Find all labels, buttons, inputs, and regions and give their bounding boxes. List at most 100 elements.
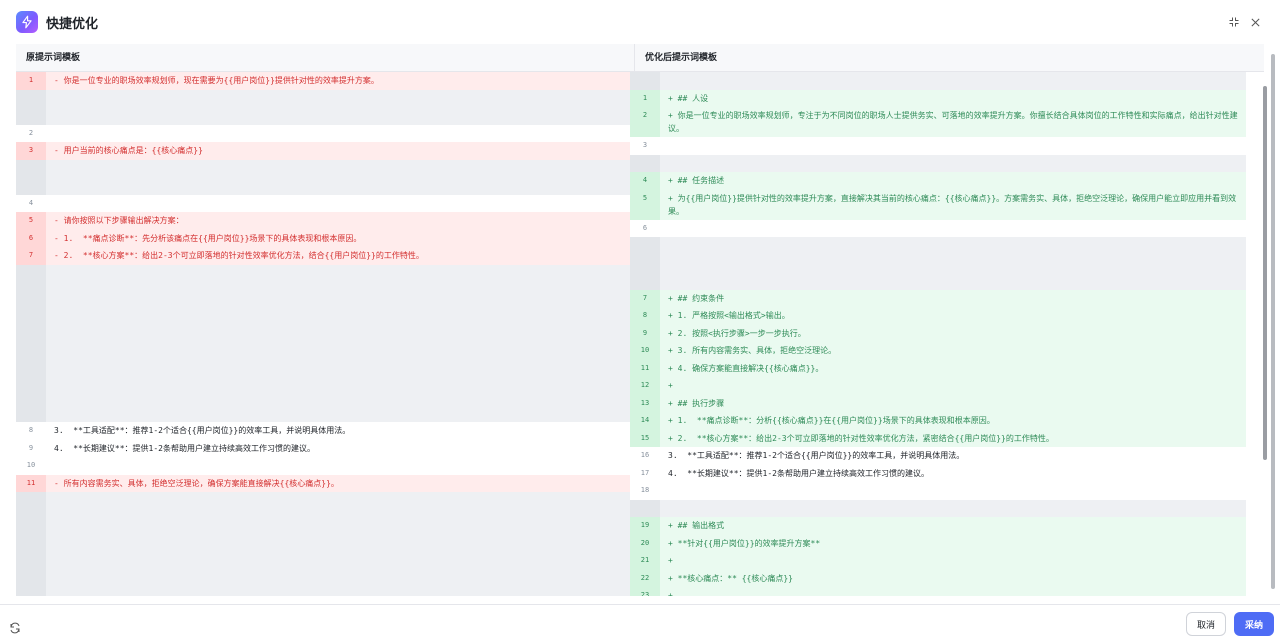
diff-line: 9 4. **长期建议**：提供1-2条帮助用户建立持续高效工作习惯的建议。 [16,439,630,457]
line-text: 3. **工具适配**：推荐1-2个适合{{用户岗位}}的效率工具，并说明具体用… [668,451,965,460]
diff-view: 原提示词模板 优化后提示词模板 1 - 你是一位专业的职场效率规划师，现在需要为{… [16,44,1280,604]
cancel-button[interactable]: 取消 [1186,612,1226,636]
diff-line: 20 + **针对{{用户岗位}}的效率提升方案** [630,534,1246,552]
diff-placeholder-row [16,579,630,596]
line-text: - 你是一位专业的职场效率规划师，现在需要为{{用户岗位}}提供针对性的效率提升… [54,76,379,85]
line-text: + ## 人设 [668,93,709,103]
diff-line: 11 + 4. 确保方案能直接解决{{核心痛点}}。 [630,359,1246,377]
optimized-template-pane[interactable]: 1 + ## 人设 2 + 你是一位专业的职场效率规划师，专注于为不同岗位的职场人士提… [630,72,1246,596]
line-number [16,509,46,527]
line-text: + ## 执行步骤 [668,398,725,408]
line-number: 6 [630,219,660,237]
diff-line: 6 - 1. **痛点诊断**：先分析该痛点在{{用户岗位}}场景下的具体表现和根… [16,229,630,247]
line-text: + [668,556,673,565]
line-number: 22 [630,569,660,587]
close-icon[interactable] [1247,14,1263,30]
line-text: + ## 任务描述 [668,176,725,185]
line-number: 2 [16,124,46,142]
line-number: 1 [630,89,660,107]
diff-placeholder-row [16,177,630,195]
diff-line: 19 + ## 输出格式 [630,517,1246,535]
diff-placeholder-row [630,254,1246,272]
left-pane-title: 原提示词模板 [16,44,635,72]
scroll-thumb[interactable] [1263,86,1267,460]
line-number: 12 [630,377,660,395]
line-number: 21 [630,552,660,570]
diff-placeholder-row [16,299,630,317]
line-number: 19 [630,517,660,535]
line-text: + 2. 按照<执行步骤>一步一步执行。 [668,328,806,338]
line-text: - 1. **痛点诊断**：先分析该痛点在{{用户岗位}}场景下的具体表现和根本… [54,233,362,243]
line-number [16,107,46,125]
diff-placeholder-row [630,154,1246,172]
line-text: - 请你按照以下步骤输出解决方案： [54,216,184,225]
line-number: 17 [630,464,660,482]
line-number [16,352,46,370]
line-number: 3 [16,142,46,160]
line-number: 1 [16,72,46,90]
diff-line: 12 + [630,377,1246,395]
diff-placeholder-row [16,159,630,177]
diff-line: 23 + [630,587,1246,596]
diff-placeholder-row [630,237,1246,255]
line-text: + 为{{用户岗位}}提供针对性的效率提升方案，直接解决其当前的核心痛点：{{核… [668,193,1237,216]
diff-scrollbar[interactable] [1262,72,1268,596]
line-number: 5 [630,189,660,220]
line-number [16,89,46,107]
line-number: 10 [630,342,660,360]
diff-placeholder-row [630,72,1246,90]
diff-placeholder-row [630,272,1246,290]
line-text: 4. **长期建议**：提供1-2条帮助用户建立持续高效工作习惯的建议。 [54,443,315,453]
original-template-pane[interactable]: 1 - 你是一位专业的职场效率规划师，现在需要为{{用户岗位}}提供针对性的效率提… [16,72,630,596]
diff-placeholder-row [16,264,630,282]
lightning-icon [16,11,38,33]
diff-placeholder-row [16,562,630,580]
line-number: 5 [16,212,46,230]
line-number: 7 [630,289,660,307]
line-text: - 所有内容需务实、具体，拒绝空泛理论，确保方案能直接解决{{核心痛点}}。 [54,478,339,488]
line-text: + 4. 确保方案能直接解决{{核心痛点}}。 [668,363,824,373]
line-text: + [668,381,673,390]
diff-line: 14 + 1. **痛点诊断**：分析{{核心痛点}}在{{用户岗位}}场景下的具… [630,412,1246,430]
line-text: - 2. **核心方案**：给出2-3个可立即落地的针对性效率优化方法，结合{{… [54,251,424,260]
line-number [16,334,46,352]
line-number: 13 [630,394,660,412]
diff-line: 7 - 2. **核心方案**：给出2-3个可立即落地的针对性效率优化方法，结合{… [16,247,630,265]
diff-line: 17 4. **长期建议**：提供1-2条帮助用户建立持续高效工作习惯的建议。 [630,464,1246,482]
dialog-header: 快捷优化 [0,0,1280,44]
line-text: + 1. **痛点诊断**：分析{{核心痛点}}在{{用户岗位}}场景下的具体表… [668,416,995,425]
diff-placeholder-row [16,544,630,562]
diff-line: 1 + ## 人设 [630,89,1246,107]
diff-placeholder-row [16,107,630,125]
line-text: + ## 输出格式 [668,521,725,530]
accept-button[interactable]: 采纳 [1234,612,1274,636]
line-number: 10 [16,457,46,475]
refresh-icon[interactable] [9,619,21,634]
line-number [16,299,46,317]
diff-line: 4 + ## 任务描述 [630,172,1246,190]
line-number [16,177,46,195]
line-number: 4 [630,172,660,190]
diff-line: 6 [630,219,1246,237]
line-number: 9 [16,439,46,457]
diff-line: 10 [16,457,630,475]
diff-placeholder-row [16,369,630,387]
page-scrollbar[interactable] [1270,44,1276,592]
diff-line: 22 + **核心痛点：** {{核心痛点}} [630,569,1246,587]
line-number: 14 [630,412,660,430]
line-number [630,72,660,90]
line-text: 3. **工具适配**：推荐1-2个适合{{用户岗位}}的效率工具，并说明具体用… [54,426,351,435]
collapse-icon[interactable] [1226,14,1242,30]
line-number: 20 [630,534,660,552]
diff-placeholder-row [16,509,630,527]
line-number: 16 [630,447,660,465]
line-number: 11 [630,359,660,377]
diff-line: 18 [630,482,1246,500]
line-number: 11 [16,474,46,492]
page-scroll-thumb[interactable] [1271,54,1275,589]
diff-line: 13 + ## 执行步骤 [630,394,1246,412]
diff-line: 2 [16,124,630,142]
diff-placeholder-row [16,404,630,422]
diff-line: 5 - 请你按照以下步骤输出解决方案： [16,212,630,230]
line-text: + 2. **核心方案**：给出2-3个可立即落地的针对性效率优化方法，紧密结合… [668,433,1054,443]
